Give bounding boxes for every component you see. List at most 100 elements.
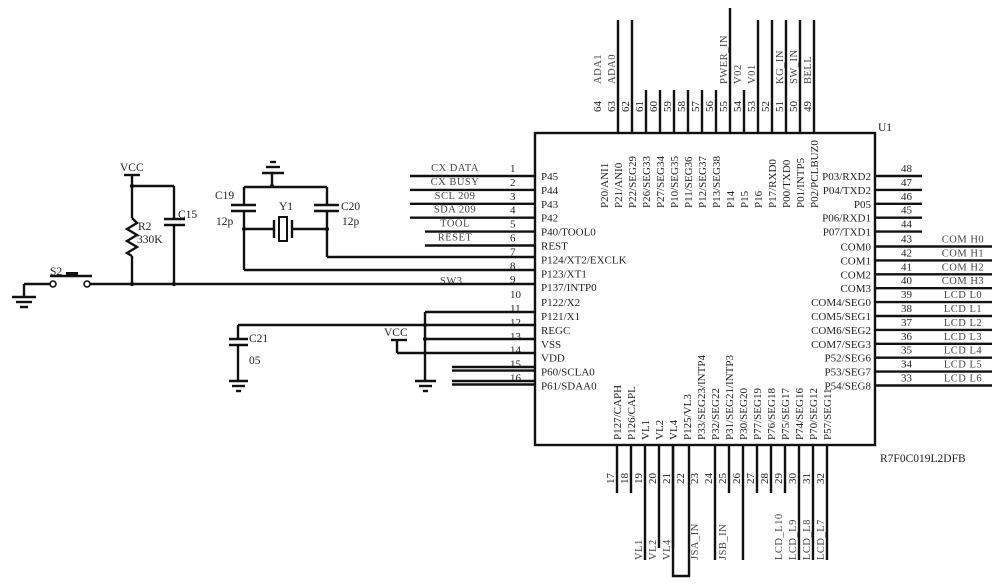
pin-number: 28: [759, 473, 771, 485]
net-label: SDA 209: [434, 205, 476, 216]
pin-name: P57/SEG11: [822, 388, 834, 440]
pin-number: 45: [901, 205, 913, 217]
pin-name: P31/SEG21/INTP3: [724, 355, 736, 440]
pin-number: 19: [633, 473, 645, 485]
pin-name: REGC: [541, 325, 570, 337]
net-label: LCD_L9: [788, 519, 799, 560]
pin-number: 61: [634, 101, 646, 112]
pin-name: P22/SEG29: [627, 156, 639, 208]
pin-name: P14: [725, 190, 737, 208]
c20-value: 12p: [342, 216, 360, 228]
net-label: JSB_IN: [718, 524, 729, 560]
net-label: SW_IN: [789, 49, 800, 84]
pin-name: COM4/SEG0: [811, 297, 871, 309]
pin-number: 34: [901, 359, 913, 371]
pin-number: 38: [901, 303, 913, 315]
pin-name: P20/ANI1: [599, 163, 611, 208]
pin-number: 16: [510, 373, 522, 385]
pin-name: P124/XT2/EXCLK: [541, 254, 627, 266]
net-label: BELL: [803, 56, 814, 84]
pin-number: 36: [901, 331, 913, 343]
pin-name: COM0: [840, 242, 871, 254]
pin-number: 35: [901, 345, 913, 357]
pin-name: P121/X1: [541, 311, 580, 323]
pin-name: COM6/SEG2: [811, 325, 871, 337]
vcc-label-left: VCC: [120, 162, 144, 174]
pin-number: 48: [901, 163, 913, 175]
pin-number: 21: [661, 473, 673, 484]
pin-bottom-23: 23 P33/SEG23/INTP4 JSA_IN: [689, 355, 708, 560]
pin-number: 1: [510, 163, 516, 175]
net-label: COM H2: [942, 262, 984, 273]
pin-name: P07/TXD1: [823, 227, 871, 239]
pin-number: 41: [901, 261, 912, 273]
pin-name: P32/SEG22: [710, 388, 722, 440]
pin-name: P16: [753, 190, 765, 208]
net-label: KG_IN: [775, 50, 786, 84]
right-pins: 48 P03/RXD2 47 P04/TXD2 46 P05 45 P06/RXD1 44 P07…: [811, 163, 992, 393]
pin-name: P76/SEG18: [766, 388, 778, 440]
chip-part-number: R7F0C019L2DFB: [880, 453, 966, 465]
pin-name: COM5/SEG1: [811, 311, 871, 323]
pin-name: P52/SEG6: [825, 353, 872, 365]
pin-number: 42: [901, 247, 912, 259]
pin-number: 50: [788, 101, 800, 113]
pin-number: 44: [901, 219, 913, 231]
c19-value: 12p: [216, 216, 234, 228]
switch-s2-contact: [49, 280, 57, 288]
pin-name: P53/SEG7: [825, 367, 872, 379]
pin-name: VSS: [541, 339, 561, 351]
pin-top-53: 53 P16 V01: [746, 20, 765, 208]
pin-number: 4: [510, 205, 516, 217]
pin-top-54: 54 P15 V02: [732, 64, 751, 208]
pin-name: COM3: [840, 283, 871, 295]
pin-number: 5: [510, 219, 516, 231]
pin-number: 33: [901, 373, 913, 385]
pin-name: COM7/SEG3: [811, 339, 871, 351]
net-label: VL2: [648, 539, 659, 560]
net-label: SCL 209: [435, 191, 476, 202]
net-label: SW3: [440, 276, 463, 287]
pin-number: 23: [689, 473, 701, 485]
pin-name: VL2: [654, 420, 666, 440]
vcc-label-mid: VCC: [384, 327, 408, 339]
pin-number: 27: [745, 473, 757, 485]
pin-number: 43: [901, 234, 913, 246]
ground-icon: [262, 160, 284, 175]
pin-name: P127/CAPH: [612, 385, 624, 440]
bottom-pins: 17 P127/CAPH 18 P126/CAPL 19 VL1 VL1 20 VL2 VL2 21…: [605, 355, 834, 560]
net-label: RESET: [438, 233, 473, 244]
pin-name: P40/TOOL0: [541, 227, 596, 239]
pin-left-2: 2 P44 CX BUSY: [410, 177, 559, 197]
net-label: PWER_IN: [719, 35, 730, 84]
pin-name: P126/CAPL: [626, 386, 638, 440]
pin-number: 37: [901, 317, 913, 329]
net-label: VL4: [662, 539, 673, 560]
pin-number: 52: [760, 101, 772, 112]
net-label: LCD L4: [944, 346, 983, 357]
pin-number: 17: [605, 473, 617, 485]
net-label: COM H1: [942, 248, 984, 259]
pin-number: 11: [510, 303, 521, 315]
pin-left-3: 3 P43 SCL 209: [410, 191, 559, 211]
pin-number: 64: [592, 101, 604, 113]
pin-name: P15: [739, 190, 751, 208]
net-label: TOOL: [440, 219, 470, 230]
pin-name: P77/SEG19: [752, 388, 764, 440]
pin-number: 25: [717, 473, 729, 485]
net-label: VL1: [634, 539, 645, 560]
net-label: V01: [747, 64, 758, 84]
pin-name: P43: [541, 199, 559, 211]
pin-number: 3: [510, 191, 516, 203]
pin-name: P70/SEG12: [808, 388, 820, 440]
pin-number: 14: [510, 345, 522, 357]
pin-name: P02/PCLBUZ0: [809, 140, 821, 208]
net-label: LCD_L7: [816, 519, 827, 560]
pin-name: P26/SEG33: [641, 156, 653, 208]
ground-icon: [12, 295, 36, 309]
pin-number: 22: [675, 473, 687, 484]
pin-name: P61/SDAA0: [541, 381, 597, 393]
pin-name: COM2: [840, 269, 871, 281]
c21-value: 05: [249, 355, 261, 367]
pin-number: 62: [620, 101, 632, 112]
